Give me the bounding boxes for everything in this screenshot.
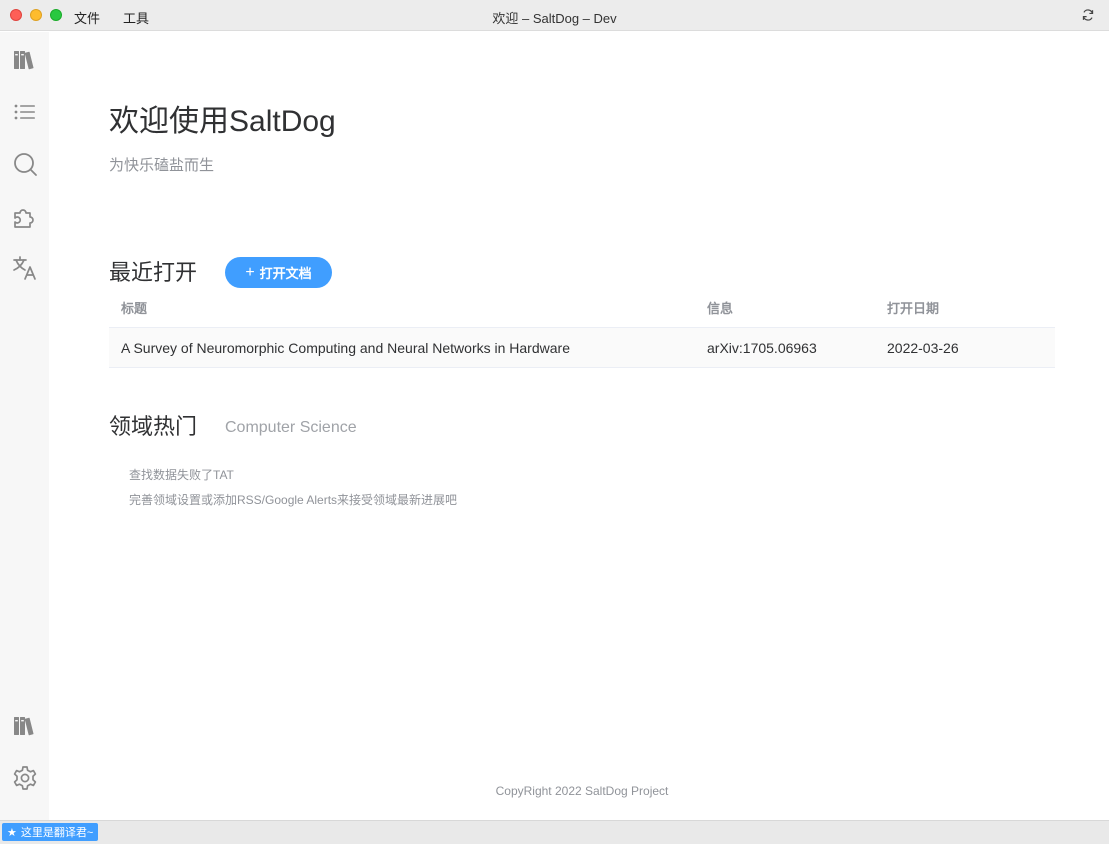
puzzle-icon[interactable] [12, 203, 38, 229]
table-header: 标题 信息 打开日期 [109, 288, 1055, 328]
gear-icon[interactable] [12, 765, 38, 791]
copyright: CopyRight 2022 SaltDog Project [495, 784, 669, 798]
column-header-title[interactable]: 标题 [109, 298, 695, 317]
column-header-date[interactable]: 打开日期 [875, 298, 1055, 317]
recent-table: 标题 信息 打开日期 A Survey of Neuromorphic Comp… [109, 288, 1055, 368]
search-icon[interactable] [12, 151, 38, 177]
library-icon[interactable] [12, 713, 38, 739]
window-title: 欢迎 – SaltDog – Dev [492, 11, 617, 26]
hot-empty-hint: 完善领域设置或添加RSS/Google Alerts来接受领域最新进展吧 [129, 493, 458, 507]
row-title[interactable]: A Survey of Neuromorphic Computing and N… [109, 340, 695, 356]
hot-section-title: 领域热门 [109, 414, 198, 439]
column-header-info[interactable]: 信息 [695, 298, 875, 317]
status-bar: ★ 这里是翻译君~ [0, 820, 1109, 844]
table-row[interactable]: A Survey of Neuromorphic Computing and N… [109, 328, 1055, 368]
translator-button[interactable]: ★ 这里是翻译君~ [2, 823, 99, 841]
page-subtitle: 为快乐磕盐而生 [109, 157, 215, 174]
refresh-icon[interactable] [1081, 8, 1095, 22]
open-document-label: 打开文档 [259, 266, 312, 281]
row-date: 2022-03-26 [887, 339, 959, 356]
hot-domain-label: Computer Science [225, 419, 357, 436]
translator-label: 这里是翻译君~ [20, 827, 94, 839]
page-title: 欢迎使用SaltDog [109, 105, 336, 138]
sidebar [0, 32, 49, 820]
plus-icon: + [245, 263, 255, 281]
row-info: arXiv:1705.06963 [707, 339, 817, 356]
list-icon[interactable] [12, 99, 38, 125]
star-icon: ★ [7, 826, 17, 839]
open-document-button[interactable]: + 打开文档 [225, 257, 332, 288]
main-content: 欢迎使用SaltDog 为快乐磕盐而生 最近打开 + 打开文档 标题 信息 打开… [49, 32, 1109, 820]
title-bar: 文件 工具 欢迎 – SaltDog – Dev [0, 0, 1109, 31]
library-icon[interactable] [12, 47, 38, 73]
hot-empty-message: 查找数据失败了TAT [129, 468, 234, 482]
translate-icon[interactable] [12, 255, 38, 281]
recent-section-title: 最近打开 [109, 260, 198, 285]
